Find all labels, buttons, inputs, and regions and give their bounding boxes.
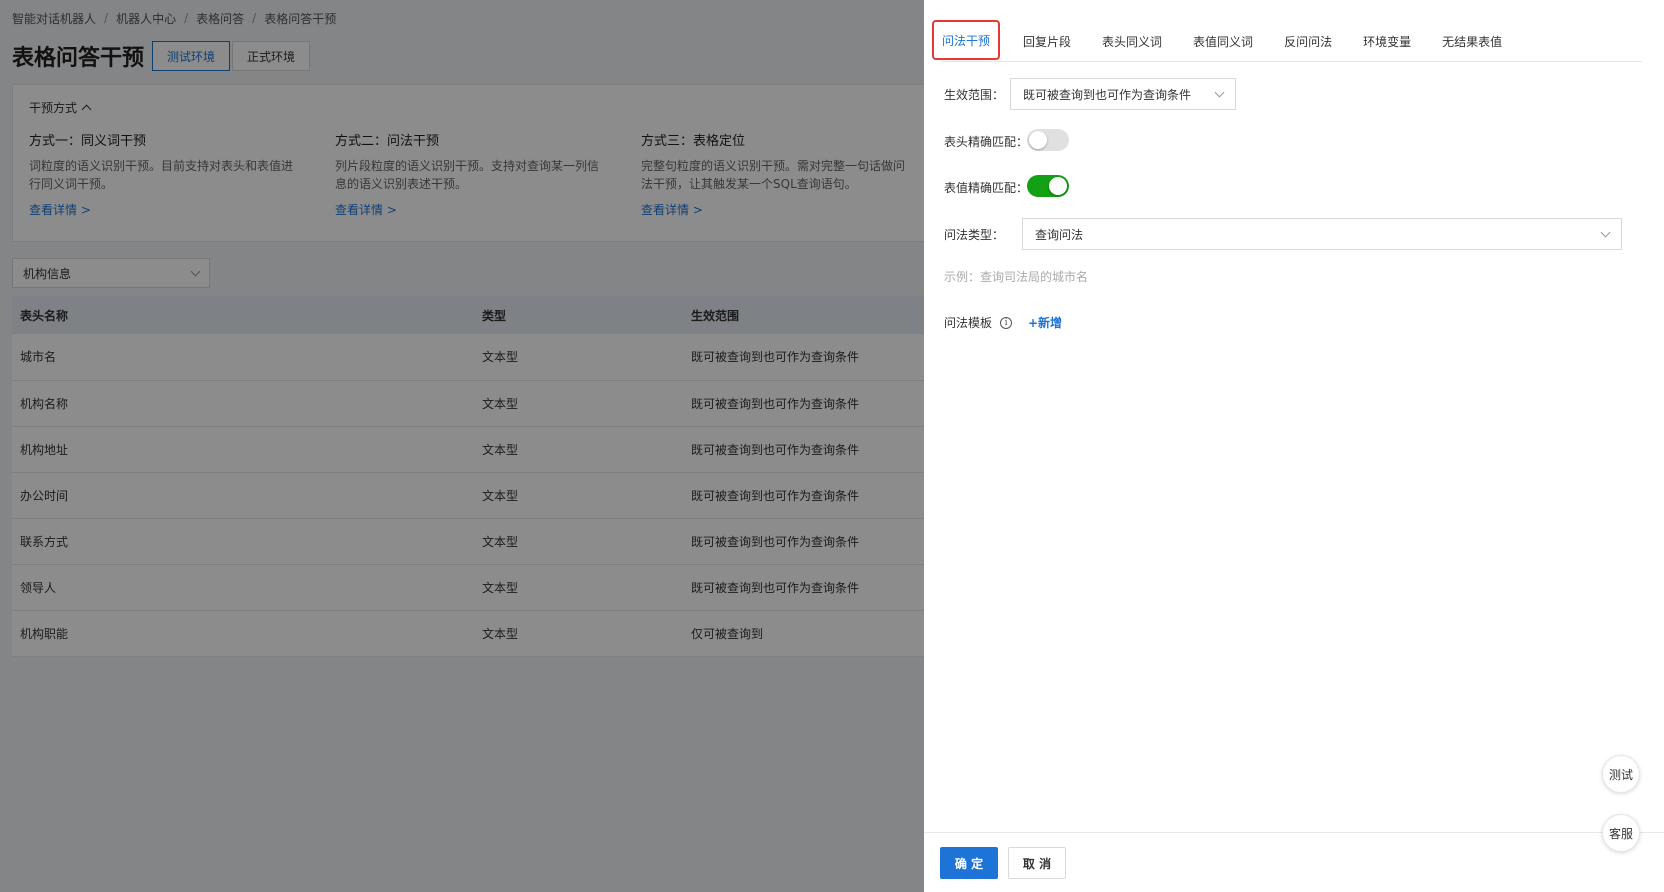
tab-reply-fragment[interactable]: 回复片段 <box>1023 20 1071 62</box>
add-template-link[interactable]: +新增 <box>1028 314 1062 331</box>
example-hint: 示例：查询司法局的城市名 <box>944 270 1089 284</box>
tab-question-intervention[interactable]: 问法干预 <box>932 20 1001 60</box>
tab-header-synonym[interactable]: 表头同义词 <box>1102 20 1162 62</box>
drawer-footer: 确 定 取 消 <box>924 832 1664 892</box>
header-exact-label: 表头精确匹配： <box>944 135 1029 149</box>
cancel-button[interactable]: 取 消 <box>1008 847 1066 879</box>
scope-value: 既可被查询到也可作为查询条件 <box>1023 87 1192 102</box>
test-float-button[interactable]: 测试 <box>1602 755 1640 793</box>
scope-select[interactable]: 既可被查询到也可作为查询条件 <box>1010 78 1236 110</box>
tab-counter-question[interactable]: 反问问法 <box>1284 20 1332 62</box>
qtype-value: 查询问法 <box>1035 227 1084 242</box>
drawer-tabs: 问法干预 回复片段 表头同义词 表值同义词 反问问法 环境变量 无结果表值 <box>932 20 1642 62</box>
value-exact-switch[interactable] <box>1027 175 1069 197</box>
service-float-button[interactable]: 客服 <box>1602 814 1640 852</box>
tab-value-synonym[interactable]: 表值同义词 <box>1193 20 1253 62</box>
confirm-button[interactable]: 确 定 <box>940 847 998 879</box>
switch-knob <box>1029 131 1047 149</box>
qtype-label: 问法类型： <box>944 228 1005 242</box>
template-row: 问法模板 i <box>944 314 1013 331</box>
tab-no-result-value[interactable]: 无结果表值 <box>1442 20 1502 62</box>
switch-knob <box>1049 177 1067 195</box>
qtype-select[interactable]: 查询问法 <box>1022 218 1622 250</box>
chevron-down-icon <box>1214 87 1225 97</box>
template-label: 问法模板 <box>944 316 993 330</box>
value-exact-label: 表值精确匹配： <box>944 181 1029 195</box>
header-exact-switch[interactable] <box>1027 129 1069 151</box>
scope-label: 生效范围： <box>944 88 1005 102</box>
info-icon[interactable]: i <box>1000 316 1013 329</box>
edit-drawer: 问法干预 回复片段 表头同义词 表值同义词 反问问法 环境变量 无结果表值 生效… <box>924 0 1664 892</box>
chevron-down-icon <box>1600 227 1611 237</box>
tab-env-variable[interactable]: 环境变量 <box>1363 20 1411 62</box>
